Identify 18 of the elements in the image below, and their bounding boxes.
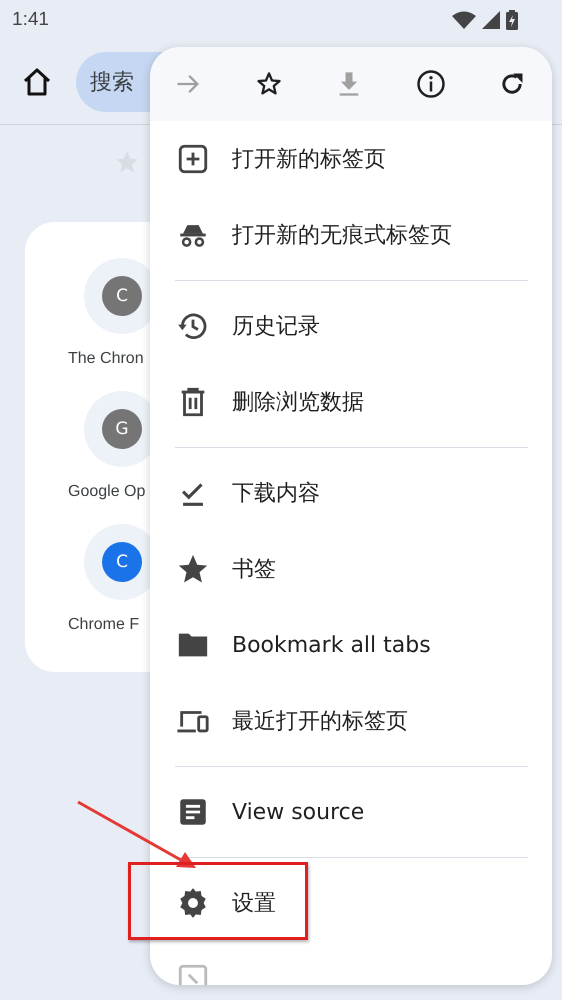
menu-item[interactable]: Bookmark all tabs <box>150 607 552 683</box>
menu-item[interactable]: 最近打开的标签页 <box>150 683 552 759</box>
menu-item[interactable]: View source <box>150 774 552 850</box>
site-letter-icon: G <box>102 409 142 449</box>
shortcut-label: The Chron <box>68 350 144 368</box>
battery-charging-icon <box>506 10 518 30</box>
site-letter-icon: C <box>102 276 142 316</box>
home-icon[interactable] <box>22 68 52 96</box>
signal-icon <box>482 11 500 29</box>
shortcut-label: Chrome F <box>68 616 140 634</box>
menu-item[interactable]: 设置 <box>150 865 552 941</box>
info-icon <box>416 69 446 99</box>
shortcut-label: Google Op <box>68 483 146 501</box>
status-time: 1:41 <box>12 9 49 31</box>
plus-box-icon <box>176 142 210 176</box>
site-letter-icon: C <box>102 542 142 582</box>
menu-item[interactable]: 打开新的标签页 <box>150 121 552 197</box>
wifi-icon <box>452 11 476 29</box>
